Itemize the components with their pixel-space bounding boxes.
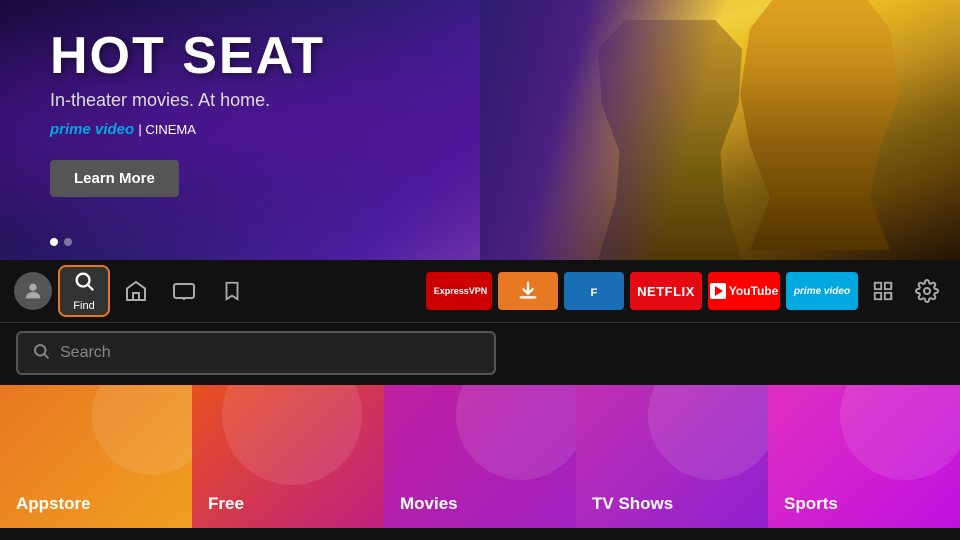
category-sports-label: Sports [784,494,838,514]
category-free[interactable]: Free [192,385,384,528]
hero-diagonal [480,0,960,260]
dot-2 [64,238,72,246]
find-button[interactable]: Find [58,265,110,317]
category-free-label: Free [208,494,244,514]
hero-banner: HOT SEAT In-theater movies. At home. pri… [0,0,960,260]
category-sports[interactable]: Sports [768,385,960,528]
dot-1 [50,238,58,246]
app-netflix[interactable]: NETFLIX [630,272,702,310]
learn-more-button[interactable]: Learn More [50,160,179,197]
app-filelinked[interactable]: F [564,272,624,310]
prime-logo: prime video | CINEMA [50,121,196,138]
category-movies[interactable]: Movies [384,385,576,528]
hero-content: HOT SEAT In-theater movies. At home. pri… [50,30,325,197]
settings-button[interactable] [908,272,946,310]
find-label: Find [73,300,94,312]
bookmark-button[interactable] [210,269,254,313]
user-avatar[interactable] [14,272,52,310]
hero-subtitle: In-theater movies. At home. [50,90,325,111]
hero-brand: prime video | CINEMA [50,121,325,138]
app-shortcuts: ExpressVPN F NETFLIX YouTube prime video [426,272,946,310]
youtube-inner: YouTube [710,283,779,299]
youtube-play-icon [710,283,726,299]
home-button[interactable] [114,269,158,313]
cinema-label: | CINEMA [138,122,196,137]
tv-button[interactable] [162,269,206,313]
search-input[interactable]: Search [60,344,111,362]
category-tvshows[interactable]: TV Shows [576,385,768,528]
search-bar-icon [32,342,50,365]
app-youtube[interactable]: YouTube [708,272,780,310]
app-downloader[interactable] [498,272,558,310]
hero-dots [50,238,72,246]
app-prime[interactable]: prime video [786,272,858,310]
navbar: Find ExpressVPN F NETFLIX [0,260,960,322]
svg-text:F: F [591,287,598,299]
hero-image [480,0,960,260]
youtube-label: YouTube [729,284,779,298]
categories: Appstore Free Movies TV Shows Sports [0,385,960,528]
category-appstore-label: Appstore [16,494,91,514]
hero-title: HOT SEAT [50,30,325,82]
search-bar-container: Search [0,322,960,385]
app-grid-button[interactable] [864,272,902,310]
category-appstore[interactable]: Appstore [0,385,192,528]
category-movies-label: Movies [400,494,458,514]
category-tvshows-label: TV Shows [592,494,673,514]
app-expressvpn[interactable]: ExpressVPN [426,272,492,310]
search-icon [73,270,95,298]
search-bar[interactable]: Search [16,331,496,375]
